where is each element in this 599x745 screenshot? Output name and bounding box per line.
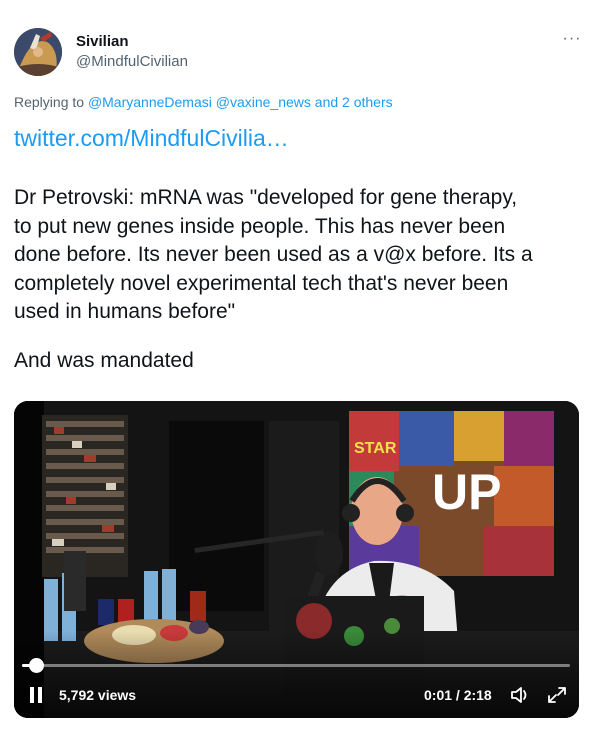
mention-maryannedemasi[interactable]: @MaryanneDemasi (88, 94, 212, 110)
replying-to-label: Replying to (14, 94, 88, 110)
video-frame: STAR UP (14, 401, 579, 718)
tweet-text-line: Dr Petrovski: mRNA was "developed for ge… (14, 186, 518, 209)
video-views: 5,792 views (59, 687, 137, 703)
volume-icon[interactable] (510, 685, 532, 705)
video-progress-bar[interactable] (22, 664, 570, 667)
avatar[interactable] (14, 28, 62, 76)
expand-icon[interactable] (546, 685, 568, 705)
author-handle[interactable]: @MindfulCivilian (76, 53, 188, 70)
pause-bar (30, 687, 34, 703)
replying-to-line: Replying to @MaryanneDemasi @vaxine_news… (14, 94, 393, 110)
pause-icon[interactable] (30, 687, 44, 703)
mention-vaxine-news[interactable]: @vaxine_news (216, 94, 311, 110)
tweet-text-line: completely novel experimental tech that'… (14, 271, 509, 295)
video-time: 0:01 / 2:18 (424, 687, 492, 703)
author-display-name[interactable]: Sivilian (76, 33, 129, 50)
video-player[interactable]: STAR UP (14, 401, 579, 718)
avatar-image (14, 28, 62, 76)
poster-word: STAR (354, 440, 397, 457)
tweet-second-paragraph: And was mandated (14, 349, 194, 372)
tweet-text-line: done before. Its never been used as a v@… (14, 243, 533, 267)
more-dots-icon[interactable]: ··· (560, 30, 584, 50)
pause-bar (38, 687, 42, 703)
tweet-link[interactable]: twitter.com/MindfulCivilia… (14, 125, 289, 152)
reply-others-link[interactable]: 2 others (342, 94, 393, 110)
video-progress-knob[interactable] (29, 658, 44, 673)
tweet-text-line: used in humans before" (14, 300, 236, 324)
poster-sign: UP (432, 464, 501, 520)
reply-and-label: and (310, 94, 343, 110)
tweet-text-line: to put new genes inside people. This has… (14, 214, 506, 238)
tweet-text: Dr Petrovski: mRNA was "developed for ge… (14, 184, 584, 327)
